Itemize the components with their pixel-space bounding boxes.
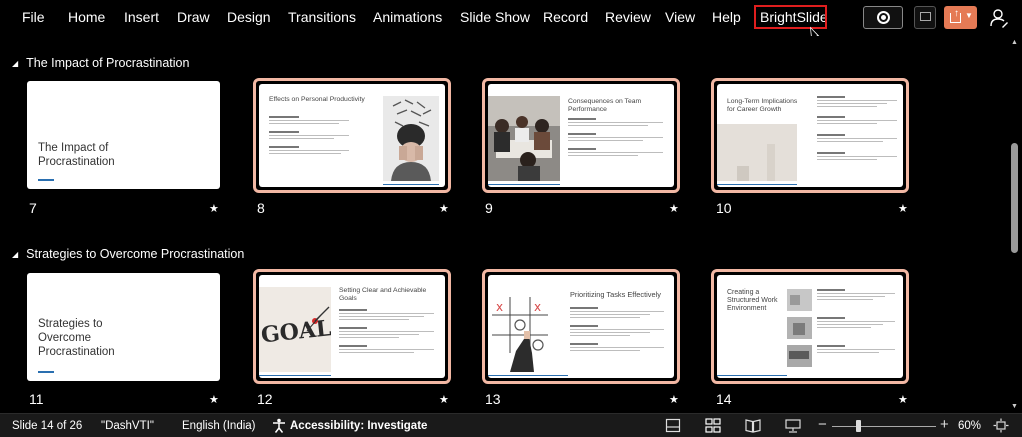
fit-to-window-icon[interactable] (993, 418, 1009, 433)
star-icon[interactable]: ★ (439, 393, 449, 406)
slide-sorter-icon[interactable] (705, 418, 721, 433)
menu-slide-show[interactable]: Slide Show (460, 9, 530, 25)
comment-icon (920, 12, 931, 21)
record-icon (877, 11, 890, 24)
slide-image (717, 124, 797, 181)
slide-image (488, 96, 560, 181)
svg-text:x: x (496, 300, 503, 314)
section-header-1[interactable]: ◢ The Impact of Procrastination (12, 56, 189, 70)
slide-count: Slide 14 of 26 (12, 420, 83, 432)
slide-title: The Impact of Procrastination (38, 142, 115, 168)
share-button[interactable]: ↑ ▼ (944, 6, 977, 29)
chevron-down-icon: ▼ (965, 11, 973, 20)
scrollbar-thumb[interactable] (1011, 143, 1018, 253)
vertical-scrollbar[interactable]: ▲ ▼ (1007, 36, 1022, 413)
slide-number-10: 10 (716, 200, 732, 216)
menu-draw[interactable]: Draw (177, 9, 210, 25)
slide-thumbnail-13[interactable]: x x Prioritizing Tasks Effectively (482, 269, 680, 384)
slide-thumbnail-10[interactable]: Long-Term Implications for Career Growth (711, 78, 909, 193)
slide-image (383, 96, 439, 181)
status-bar: Slide 14 of 26 "DashVTI" English (India)… (0, 413, 1022, 437)
slide-thumbnail-12[interactable]: GOAL Setting Clear and Achievable Goals (253, 269, 451, 384)
star-icon[interactable]: ★ (669, 393, 679, 406)
slide-number-7: 7 (29, 200, 37, 216)
reading-view-icon[interactable] (745, 418, 761, 433)
ribbon-menu-bar: File Home Insert Draw Design Transitions… (0, 0, 1022, 42)
menu-design[interactable]: Design (227, 9, 271, 25)
accessibility-icon[interactable] (271, 418, 287, 433)
star-icon[interactable]: ★ (439, 202, 449, 215)
menu-home[interactable]: Home (68, 9, 105, 25)
slide-number-8: 8 (257, 200, 265, 216)
brightslide-highlight-box (754, 5, 827, 29)
language-indicator[interactable]: English (India) (182, 420, 256, 432)
slide-title: Setting Clear and Achievable Goals (339, 287, 427, 302)
star-icon[interactable]: ★ (209, 202, 219, 215)
slide-title: Effects on Personal Productivity (269, 96, 365, 103)
slide-thumbnail-7[interactable]: The Impact of Procrastination (27, 81, 220, 189)
zoom-out-button[interactable]: − (818, 416, 827, 433)
notes-icon[interactable] (665, 418, 681, 433)
slide-number-13: 13 (485, 391, 501, 407)
theme-name: "DashVTI" (101, 420, 154, 432)
menu-record[interactable]: Record (543, 9, 588, 25)
slide-number-11: 11 (29, 391, 44, 407)
menu-help[interactable]: Help (712, 9, 741, 25)
menu-insert[interactable]: Insert (124, 9, 159, 25)
menu-file[interactable]: File (22, 9, 45, 25)
menu-view[interactable]: View (665, 9, 695, 25)
star-icon[interactable]: ★ (669, 202, 679, 215)
record-button[interactable] (863, 6, 903, 29)
menu-animations[interactable]: Animations (373, 9, 442, 25)
slide-title: Creating a Structured Work Environment (727, 289, 778, 312)
slide-thumbnail-9[interactable]: Consequences on Team Performance (482, 78, 680, 193)
slide-image: GOAL (259, 287, 331, 372)
comments-button[interactable] (914, 6, 936, 29)
menu-review[interactable]: Review (605, 9, 651, 25)
slide-thumbnail-14[interactable]: Creating a Structured Work Environment (711, 269, 909, 384)
coauthor-icon[interactable] (989, 8, 1009, 28)
zoom-in-button[interactable]: + (940, 416, 949, 433)
slide-image: x x (488, 293, 568, 372)
section-header-2[interactable]: ◢ Strategies to Overcome Procrastination (12, 247, 244, 261)
slide-number-9: 9 (485, 200, 493, 216)
collapse-triangle-icon[interactable]: ◢ (12, 59, 18, 68)
scroll-down-icon[interactable]: ▼ (1011, 403, 1018, 410)
slide-number-14: 14 (716, 391, 732, 407)
menu-transitions[interactable]: Transitions (288, 9, 356, 25)
accessibility-status[interactable]: Accessibility: Investigate (290, 420, 427, 432)
star-icon[interactable]: ★ (898, 393, 908, 406)
slide-number-12: 12 (257, 391, 273, 407)
slide-thumbnail-11[interactable]: Strategies to Overcome Procrastination (27, 273, 220, 381)
slide-show-icon[interactable] (785, 418, 801, 433)
zoom-level[interactable]: 60% (958, 420, 981, 432)
slide-thumbnail-8[interactable]: Effects on Personal Productivity (253, 78, 451, 193)
slide-title: Strategies to Overcome Procrastination (38, 318, 115, 358)
slide-title: Long-Term Implications for Career Growth (727, 98, 798, 113)
slide-image (787, 289, 812, 367)
collapse-triangle-icon[interactable]: ◢ (12, 250, 18, 259)
star-icon[interactable]: ★ (898, 202, 908, 215)
slide-sorter-area: ◢ The Impact of Procrastination The Impac… (0, 36, 1022, 413)
svg-text:x: x (534, 300, 541, 314)
star-icon[interactable]: ★ (209, 393, 219, 406)
scroll-up-icon[interactable]: ▲ (1011, 39, 1018, 46)
zoom-slider-handle[interactable] (856, 420, 861, 432)
slide-title: Prioritizing Tasks Effectively (570, 290, 661, 299)
slide-title: Consequences on Team Performance (568, 98, 642, 113)
zoom-slider[interactable] (832, 426, 936, 427)
